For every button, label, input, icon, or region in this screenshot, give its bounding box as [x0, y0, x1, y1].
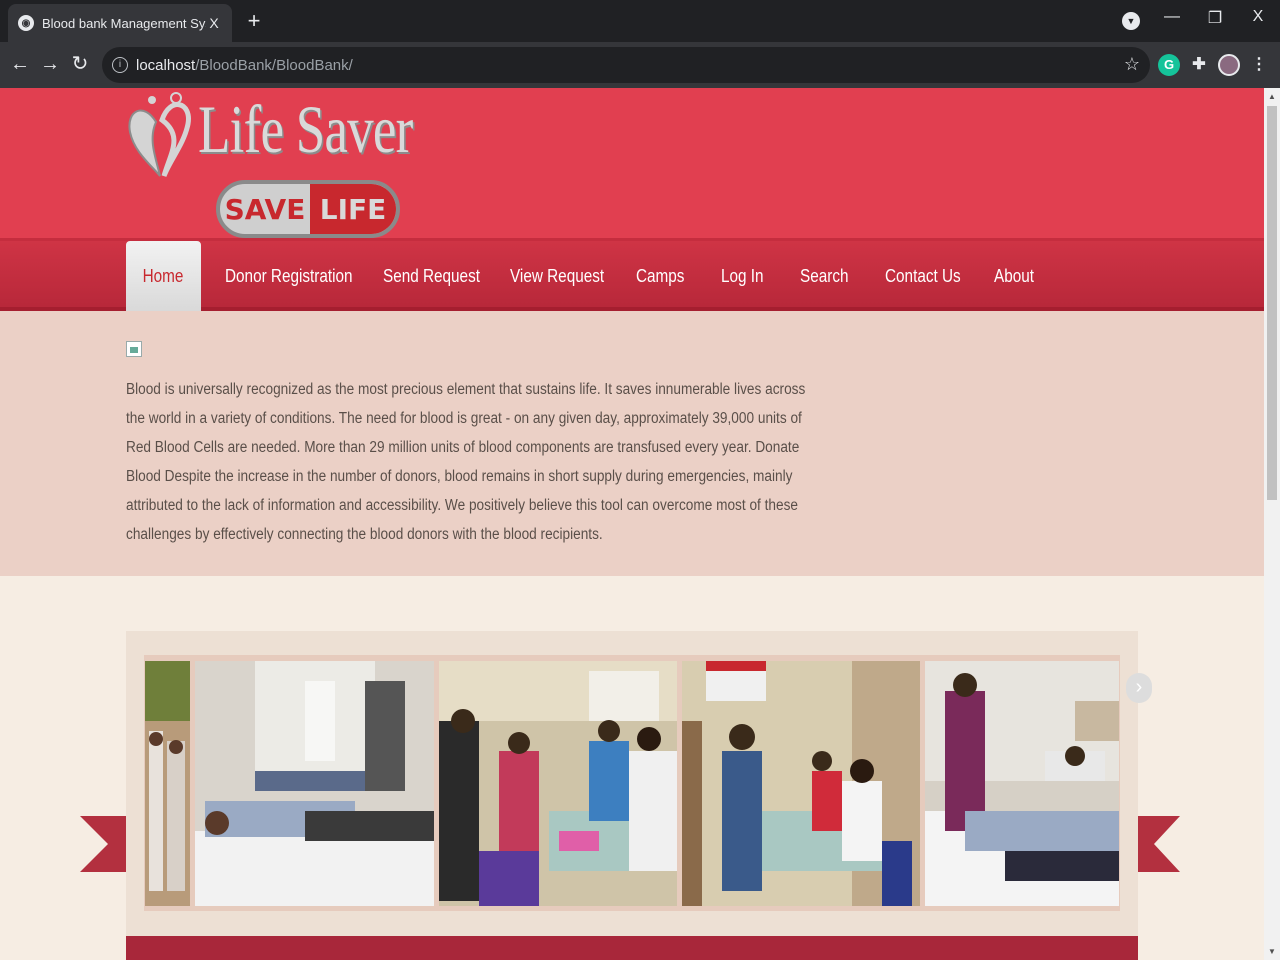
- site-header: Life Saver SAVE LIFE: [0, 88, 1264, 238]
- forward-icon[interactable]: →: [38, 52, 62, 76]
- nav-search[interactable]: Search: [800, 241, 848, 311]
- photo-carousel[interactable]: [144, 655, 1120, 911]
- grammarly-icon[interactable]: G: [1158, 54, 1180, 76]
- back-icon[interactable]: ←: [8, 52, 32, 76]
- url-host: localhost: [136, 56, 196, 74]
- restore-button[interactable]: ❐: [1203, 8, 1227, 28]
- nav-home[interactable]: Home: [126, 241, 201, 311]
- nav-donor-registration[interactable]: Donor Registration: [225, 241, 353, 311]
- tab-search-icon[interactable]: ▼: [1122, 12, 1140, 30]
- hearts-logo-icon: [128, 92, 191, 177]
- nav-contact-us[interactable]: Contact Us: [885, 241, 961, 311]
- info-icon[interactable]: i: [112, 57, 128, 73]
- reload-icon[interactable]: ↻: [68, 52, 92, 76]
- nav-send-request[interactable]: Send Request: [383, 241, 480, 311]
- save-life-badge: SAVE LIFE: [216, 180, 400, 238]
- intro-section: Blood is universally recognized as the m…: [0, 311, 1264, 576]
- main-nav: Home Donor Registration Send Request Vie…: [0, 238, 1264, 311]
- new-tab-button[interactable]: +: [242, 9, 266, 33]
- nav-about[interactable]: About: [994, 241, 1034, 311]
- star-icon[interactable]: ☆: [1124, 54, 1140, 75]
- carousel-photo: [195, 661, 434, 906]
- intro-text: Blood is universally recognized as the m…: [126, 381, 806, 543]
- address-bar[interactable]: i localhost/BloodBank/BloodBank/ ☆: [102, 47, 1150, 83]
- scrollbar-thumb[interactable]: [1267, 106, 1277, 500]
- page-scrollbar[interactable]: ▲ ▼: [1264, 88, 1280, 960]
- scroll-up-icon[interactable]: ▲: [1264, 92, 1280, 101]
- tab-title: Blood bank Management System: [42, 15, 206, 31]
- nav-log-in[interactable]: Log In: [721, 241, 764, 311]
- globe-icon: ◉: [18, 15, 34, 31]
- avatar[interactable]: [1218, 54, 1240, 76]
- carousel-photo: [439, 661, 677, 906]
- nav-camps[interactable]: Camps: [636, 241, 684, 311]
- carousel-photo: [682, 661, 920, 906]
- site-logo[interactable]: Life Saver SAVE LIFE: [126, 88, 416, 238]
- url-path: /BloodBank/BloodBank/: [195, 56, 353, 74]
- window-close-button[interactable]: X: [1246, 8, 1270, 26]
- carousel-photo: [925, 661, 1119, 906]
- scroll-down-icon[interactable]: ▼: [1264, 947, 1280, 956]
- nav-view-request[interactable]: View Request: [510, 241, 604, 311]
- logo-life: LIFE: [310, 184, 396, 234]
- logo-text: Life Saver: [198, 91, 413, 167]
- broken-image-icon: [126, 341, 142, 357]
- minimize-button[interactable]: —: [1160, 8, 1184, 26]
- menu-icon[interactable]: ⋮: [1248, 54, 1270, 76]
- carousel-photo: [145, 661, 190, 906]
- chevron-right-icon[interactable]: ›: [1126, 673, 1152, 703]
- close-tab-button[interactable]: X: [206, 15, 222, 31]
- browser-tab[interactable]: ◉ Blood bank Management System X: [8, 4, 232, 42]
- logo-save: SAVE: [224, 192, 306, 226]
- extensions-icon[interactable]: ✚: [1188, 54, 1210, 76]
- browser-tab-bar: ◉ Blood bank Management System X + ▼ — ❐…: [0, 0, 1280, 42]
- ribbon-bar: [126, 936, 1138, 960]
